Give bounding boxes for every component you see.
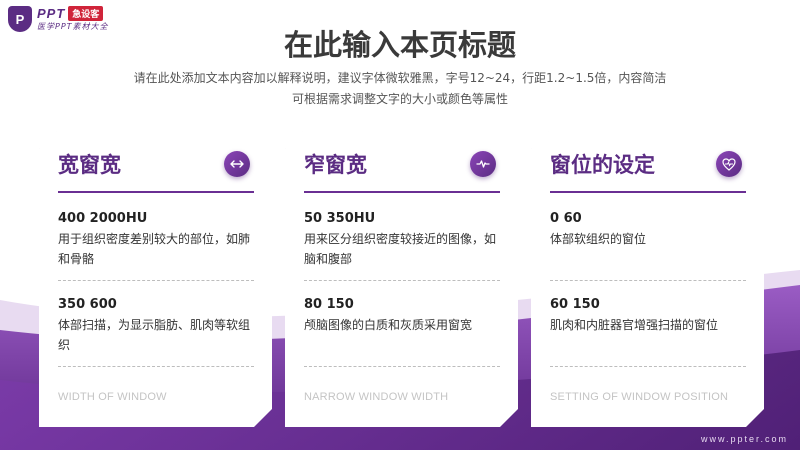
- arrows-horizontal-icon: [224, 151, 250, 177]
- subtitle-line-2: 可根据需求调整文字的大小或颜色等属性: [291, 92, 508, 106]
- dashed-divider: [304, 280, 500, 281]
- dashed-divider: [58, 366, 254, 367]
- logo-tag: 急设客: [68, 6, 104, 21]
- section-value: 350 600: [58, 297, 117, 312]
- card-header: 窗位的设定: [550, 143, 746, 193]
- subtitle-line-1: 请在此处添加文本内容加以解释说明，建议字体微软雅黑，字号12~24，行距1.2~…: [133, 71, 667, 85]
- card-footer-caption: WIDTH OF WINDOW: [58, 391, 167, 403]
- card-section: 350 600 体部扫描，为显示脂肪、肌肉等软组织: [58, 297, 254, 367]
- pulse-icon: [470, 151, 496, 177]
- section-value: 0 60: [550, 211, 582, 226]
- card-title: 宽窗宽: [58, 153, 121, 177]
- card-section: 0 60 体部软组织的窗位: [550, 211, 746, 281]
- card-footer-caption: NARROW WINDOW WIDTH: [304, 391, 449, 403]
- section-value: 80 150: [304, 297, 354, 312]
- card-title: 窗位的设定: [550, 153, 655, 177]
- card-section: 60 150 肌肉和内脏器官增强扫描的窗位: [550, 297, 746, 367]
- card-section: 50 350HU 用来区分组织密度较接近的图像，如脑和腹部: [304, 211, 500, 281]
- card-header: 宽窗宽: [58, 143, 254, 193]
- card-wide-window: 宽窗宽 400 2000HU 用于组织密度差别较大的部位，如肺和骨骼 350 6…: [39, 131, 272, 427]
- page-title: 在此输入本页标题: [283, 28, 516, 62]
- card-section: 400 2000HU 用于组织密度差别较大的部位，如肺和骨骼: [58, 211, 254, 281]
- section-value: 50 350HU: [304, 211, 376, 226]
- section-description: 颅脑图像的白质和灰质采用窗宽: [304, 318, 473, 332]
- footer-url[interactable]: www.ppter.com: [701, 434, 788, 444]
- dashed-divider: [550, 280, 746, 281]
- section-description: 用于组织密度差别较大的部位，如肺和骨骼: [58, 232, 251, 266]
- dashed-divider: [58, 280, 254, 281]
- card-footer-caption: SETTING OF WINDOW POSITION: [550, 391, 729, 403]
- section-description: 用来区分组织密度较接近的图像，如脑和腹部: [304, 232, 497, 266]
- section-description: 肌肉和内脏器官增强扫描的窗位: [550, 318, 719, 332]
- page-subtitle: 请在此处添加文本内容加以解释说明，建议字体微软雅黑，字号12~24，行距1.2~…: [0, 68, 800, 110]
- section-value: 60 150: [550, 297, 600, 312]
- dashed-divider: [550, 366, 746, 367]
- card-narrow-window: 窄窗宽 50 350HU 用来区分组织密度较接近的图像，如脑和腹部 80 150…: [285, 131, 518, 427]
- logo-name: PPT: [37, 6, 66, 21]
- section-description: 体部扫描，为显示脂肪、肌肉等软组织: [58, 318, 251, 352]
- card-window-position: 窗位的设定 0 60 体部软组织的窗位 60 150 肌肉和内脏器官增强扫描的窗…: [531, 131, 764, 427]
- card-header: 窄窗宽: [304, 143, 500, 193]
- section-description: 体部软组织的窗位: [550, 232, 647, 246]
- card-title: 窄窗宽: [304, 153, 367, 177]
- heart-pulse-icon: [716, 151, 742, 177]
- section-value: 400 2000HU: [58, 211, 148, 226]
- dashed-divider: [304, 366, 500, 367]
- card-section: 80 150 颅脑图像的白质和灰质采用窗宽: [304, 297, 500, 367]
